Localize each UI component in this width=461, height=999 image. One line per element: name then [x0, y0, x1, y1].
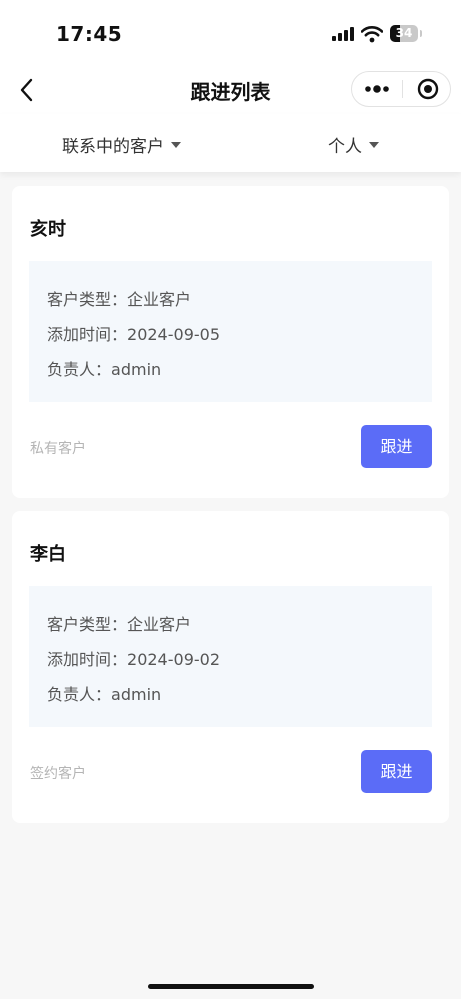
customer-added-value: 2024-09-02	[127, 650, 220, 669]
home-indicator[interactable]	[148, 984, 314, 989]
customer-added-row: 添加时间：2024-09-02	[47, 646, 220, 670]
record-target-icon[interactable]	[403, 72, 451, 106]
battery-tip	[420, 30, 422, 37]
customer-added-row: 添加时间：2024-09-05	[47, 321, 220, 345]
customer-tag: 签约客户	[30, 766, 86, 782]
status-bar: 17:45 34	[0, 0, 461, 66]
customer-type-label: 客户类型：	[47, 290, 128, 309]
customer-added-label: 添加时间：	[47, 650, 128, 669]
caret-down-icon	[171, 141, 181, 148]
battery-level: 34	[395, 26, 413, 40]
customer-type-value: 企业客户	[127, 290, 192, 309]
mini-program-capsule	[351, 71, 451, 107]
customer-tag: 私有客户	[30, 441, 86, 457]
customer-name: 李白	[30, 544, 66, 565]
customer-info-box: 客户类型：企业客户 添加时间：2024-09-05 负责人：admin	[29, 261, 432, 402]
wifi-icon	[361, 26, 383, 43]
customer-type-value: 企业客户	[127, 615, 192, 634]
customer-owner-label: 负责人：	[47, 360, 112, 379]
signal-icon	[332, 27, 354, 41]
customer-owner-value: admin	[111, 360, 162, 379]
customer-info-box: 客户类型：企业客户 添加时间：2024-09-02 负责人：admin	[29, 586, 432, 727]
filter-scope[interactable]: 个人	[328, 132, 379, 157]
customer-added-value: 2024-09-05	[127, 325, 220, 344]
customer-owner-label: 负责人：	[47, 685, 112, 704]
customer-owner-value: admin	[111, 685, 162, 704]
filter-customer-status-label: 联系中的客户	[62, 137, 164, 157]
filter-customer-status[interactable]: 联系中的客户	[62, 132, 181, 157]
follow-up-button[interactable]: 跟进	[361, 750, 432, 793]
customer-card: 亥时 客户类型：企业客户 添加时间：2024-09-05 负责人：admin 私…	[12, 186, 449, 498]
follow-up-button[interactable]: 跟进	[361, 425, 432, 468]
customer-type-row: 客户类型：企业客户	[47, 286, 191, 310]
customer-type-label: 客户类型：	[47, 615, 128, 634]
more-dots-icon[interactable]	[352, 72, 402, 106]
status-time: 17:45	[56, 22, 123, 46]
battery-icon: 34	[390, 25, 418, 42]
caret-down-icon	[369, 141, 379, 148]
customer-card: 李白 客户类型：企业客户 添加时间：2024-09-02 负责人：admin 签…	[12, 511, 449, 823]
customer-owner-row: 负责人：admin	[47, 681, 161, 705]
nav-bar: 跟进列表	[0, 66, 461, 114]
customer-owner-row: 负责人：admin	[47, 356, 161, 380]
filter-bar: 联系中的客户 个人	[0, 114, 461, 172]
filter-scope-label: 个人	[328, 137, 362, 157]
customer-type-row: 客户类型：企业客户	[47, 611, 191, 635]
customer-name: 亥时	[30, 219, 66, 240]
customer-added-label: 添加时间：	[47, 325, 128, 344]
